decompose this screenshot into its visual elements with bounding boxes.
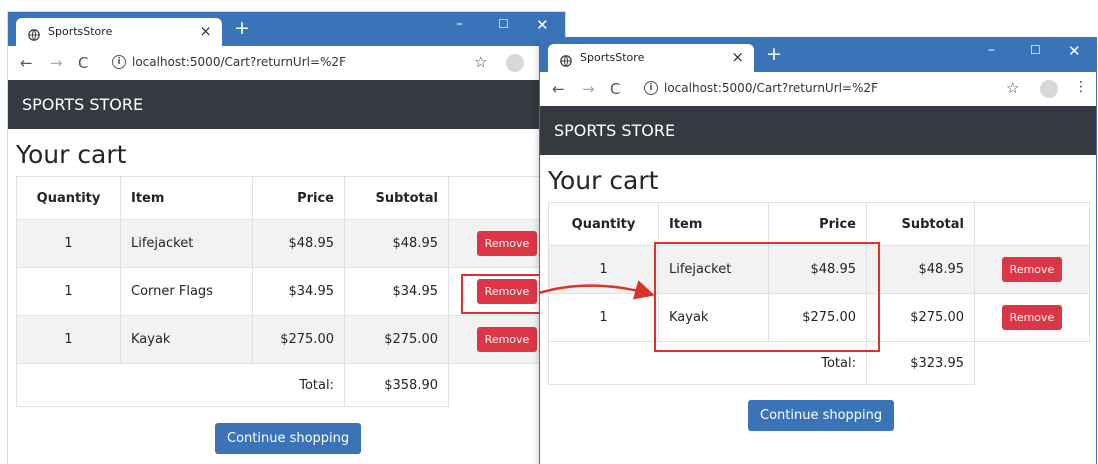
address-bar: ← → C i localhost:5000/Cart?returnUrl=%2…: [8, 46, 565, 81]
cell-quantity: 1: [548, 293, 659, 342]
cell-subtotal: $48.95: [866, 245, 975, 294]
globe-icon: [28, 26, 40, 45]
highlight-remove-corner-flags: [461, 274, 541, 314]
column-header-quantity: Quantity: [548, 202, 659, 246]
browser-tab[interactable]: SportsStore ×: [16, 18, 222, 46]
cell-item: Corner Flags: [120, 267, 253, 316]
cell-price: $275.00: [252, 315, 345, 364]
page-title: Your cart: [548, 166, 659, 195]
menu-kebab-icon[interactable]: ⋮: [1074, 79, 1088, 95]
browser-window-after: SportsStore × + – ☐ ✕ ← → C i localhost:…: [540, 38, 1096, 464]
url-field[interactable]: localhost:5000/Cart?returnUrl=%2F: [664, 81, 878, 95]
cell-subtotal: $34.95: [344, 267, 449, 316]
back-icon[interactable]: ←: [20, 54, 33, 72]
column-header-item: Item: [120, 176, 253, 220]
total-value: $358.90: [344, 363, 449, 407]
minimize-icon[interactable]: –: [988, 42, 995, 58]
brand-logo[interactable]: SPORTS STORE: [22, 95, 143, 114]
bookmark-star-icon[interactable]: ☆: [474, 53, 487, 71]
globe-icon: [560, 52, 572, 71]
remove-button[interactable]: Remove: [1001, 257, 1063, 282]
total-label: Total:: [16, 363, 345, 407]
cell-item: Kayak: [120, 315, 253, 364]
minimize-icon[interactable]: –: [456, 16, 463, 32]
info-icon[interactable]: i: [644, 81, 658, 95]
continue-shopping-button[interactable]: Continue shopping: [215, 423, 362, 454]
address-bar: ← → C i localhost:5000/Cart?returnUrl=%2…: [540, 72, 1096, 107]
column-header-actions: [974, 202, 1090, 246]
maximize-icon[interactable]: ☐: [1030, 43, 1041, 57]
table-header-row: Quantity Item Price Subtotal: [548, 202, 1090, 246]
remove-button[interactable]: Remove: [1001, 305, 1063, 330]
table-row: 1 Lifejacket $48.95 $48.95 Remove: [16, 219, 565, 268]
new-tab-icon[interactable]: +: [766, 44, 782, 64]
close-window-icon[interactable]: ✕: [536, 16, 549, 34]
column-header-subtotal: Subtotal: [344, 176, 449, 220]
tab-close-icon[interactable]: ×: [199, 22, 212, 40]
cell-quantity: 1: [548, 245, 659, 294]
table-row: 1 Kayak $275.00 $275.00 Remove: [16, 315, 565, 364]
tab-title: SportsStore: [580, 51, 645, 64]
new-tab-icon[interactable]: +: [234, 18, 250, 38]
column-header-subtotal: Subtotal: [866, 202, 975, 246]
tab-title: SportsStore: [48, 25, 113, 38]
profile-avatar[interactable]: [506, 54, 524, 72]
remove-button[interactable]: Remove: [476, 327, 538, 352]
cell-price: $48.95: [252, 219, 345, 268]
tab-close-icon[interactable]: ×: [731, 48, 744, 66]
cell-quantity: 1: [16, 219, 121, 268]
cell-actions: Remove: [974, 245, 1090, 294]
forward-icon[interactable]: →: [582, 80, 595, 98]
column-header-item: Item: [658, 202, 769, 246]
url-field[interactable]: localhost:5000/Cart?returnUrl=%2F: [132, 55, 346, 69]
browser-window-before: SportsStore × + – ☐ ✕ ← → C i localhost:…: [8, 12, 565, 464]
reload-icon[interactable]: C: [78, 54, 88, 72]
close-window-icon[interactable]: ✕: [1068, 42, 1081, 60]
browser-tab[interactable]: SportsStore ×: [548, 44, 754, 72]
total-row: Total: $358.90: [16, 363, 566, 407]
cell-item: Lifejacket: [120, 219, 253, 268]
navbar: SPORTS STORE: [540, 106, 1096, 155]
maximize-icon[interactable]: ☐: [498, 17, 509, 31]
cell-price: $34.95: [252, 267, 345, 316]
brand-logo[interactable]: SPORTS STORE: [554, 121, 675, 140]
cell-subtotal: $48.95: [344, 219, 449, 268]
title-bar: SportsStore × + – ☐ ✕: [540, 38, 1096, 72]
reload-icon[interactable]: C: [610, 80, 620, 98]
continue-shopping-button[interactable]: Continue shopping: [748, 400, 895, 431]
profile-avatar[interactable]: [1040, 80, 1058, 98]
total-value: $323.95: [866, 341, 975, 385]
remove-button[interactable]: Remove: [476, 231, 538, 256]
highlight-remaining-items: [654, 242, 880, 352]
bookmark-star-icon[interactable]: ☆: [1006, 79, 1019, 97]
table-header-row: Quantity Item Price Subtotal: [16, 176, 565, 220]
column-header-price: Price: [768, 202, 867, 246]
cell-subtotal: $275.00: [344, 315, 449, 364]
column-header-price: Price: [252, 176, 345, 220]
cell-subtotal: $275.00: [866, 293, 975, 342]
title-bar: SportsStore × + – ☐ ✕: [8, 12, 565, 46]
cell-actions: Remove: [974, 293, 1090, 342]
navbar: SPORTS STORE: [8, 80, 565, 129]
cell-quantity: 1: [16, 315, 121, 364]
forward-icon[interactable]: →: [50, 54, 63, 72]
cell-quantity: 1: [16, 267, 121, 316]
back-icon[interactable]: ←: [552, 80, 565, 98]
column-header-quantity: Quantity: [16, 176, 121, 220]
info-icon[interactable]: i: [112, 55, 126, 69]
page-title: Your cart: [16, 140, 127, 169]
